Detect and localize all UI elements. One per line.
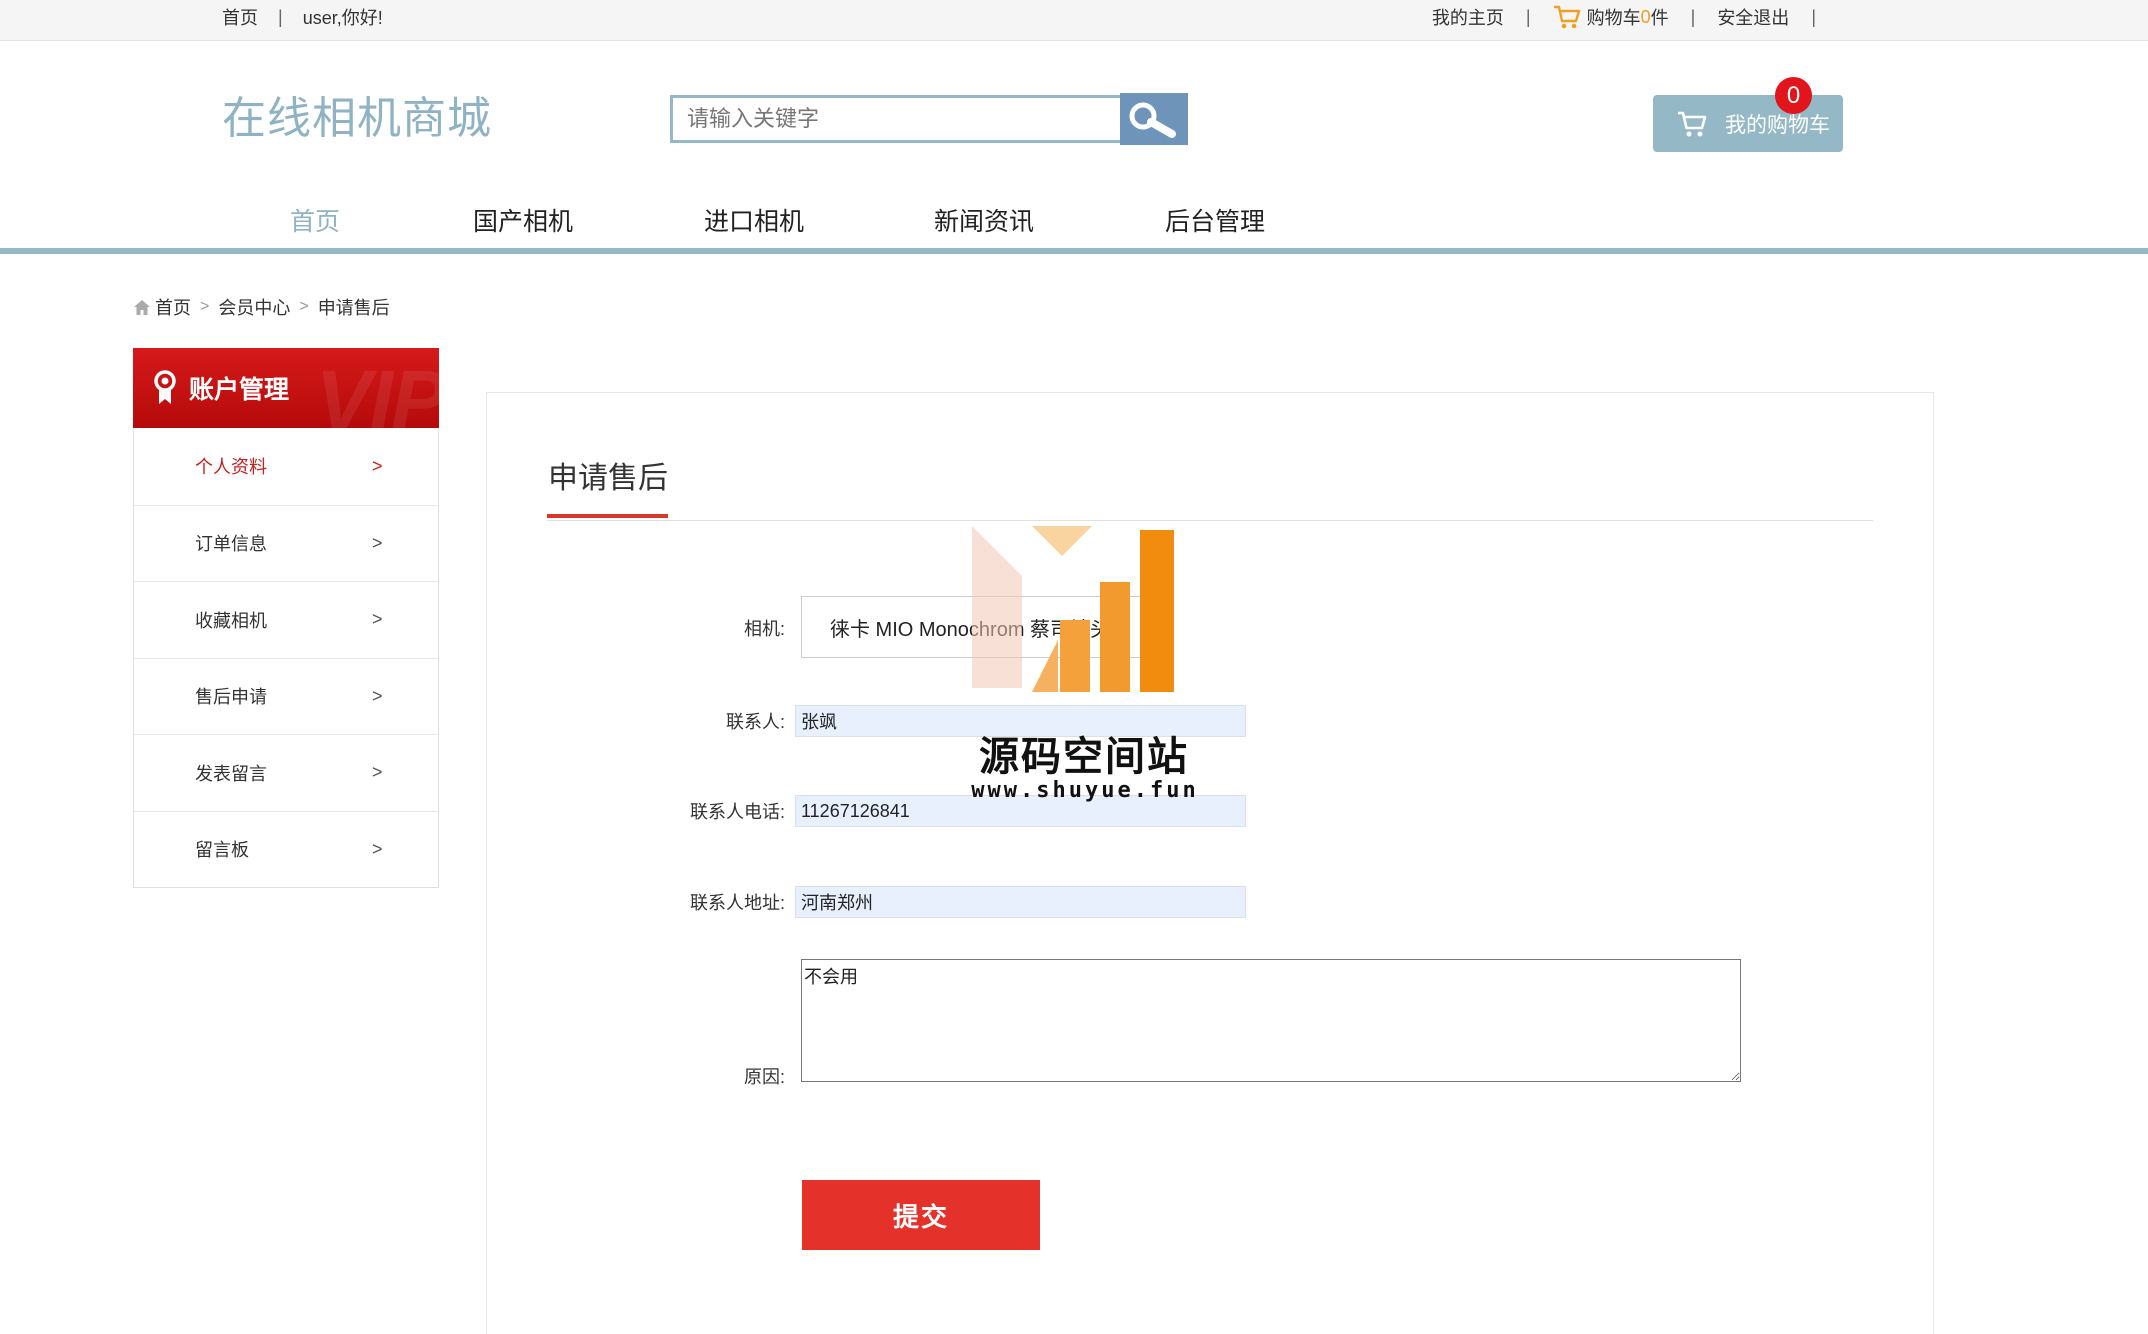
- separator: |: [1811, 6, 1816, 27]
- breadcrumb-member-center[interactable]: 会员中心: [218, 294, 290, 320]
- cart-prefix: 购物车: [1586, 8, 1641, 28]
- sidebar-item-post-message[interactable]: 发表留言 >: [134, 734, 438, 811]
- title-underline: [547, 514, 668, 518]
- user-greeting: user,你好!: [302, 8, 383, 28]
- sidebar-item-favorites[interactable]: 收藏相机 >: [134, 581, 438, 658]
- my-cart-label: 我的购物车: [1725, 113, 1830, 137]
- account-sidebar: 账户管理 VIP 个人资料 > 订单信息 > 收藏相机 > 售后申请 > 发表留…: [133, 348, 439, 888]
- contact-field[interactable]: [795, 705, 1246, 737]
- top-bar: 首页 | user,你好! 我的主页 | 购物车 0 件 | 安全退出 |: [0, 0, 2148, 41]
- vip-watermark: VIP: [315, 353, 439, 428]
- address-label: 联系人地址:: [689, 893, 785, 913]
- site-logo[interactable]: 在线相机商城: [222, 82, 492, 146]
- sidebar-item-message-board[interactable]: 留言板 >: [134, 810, 438, 888]
- my-home-link[interactable]: 我的主页: [1432, 4, 1504, 30]
- home-icon: [134, 300, 150, 315]
- after-sales-panel: 申请售后 相机: 徕卡 MIO Monochrom 蔡司镜头 联系人: 联系人电…: [486, 392, 1934, 1334]
- nav-item-home[interactable]: 首页: [290, 202, 340, 238]
- chevron-right-icon: >: [372, 455, 383, 476]
- camera-select[interactable]: 徕卡 MIO Monochrom 蔡司镜头: [801, 596, 1146, 658]
- reason-label: 原因:: [743, 1067, 785, 1087]
- title-divider: [547, 520, 1873, 521]
- sidebar-item-orders[interactable]: 订单信息 >: [134, 504, 438, 582]
- nav-item-domestic-cameras[interactable]: 国产相机: [473, 202, 573, 238]
- cart-icon: [1553, 5, 1580, 29]
- sidebar-header: 账户管理 VIP: [133, 348, 439, 428]
- sidebar-item-label: 售后申请: [195, 687, 267, 708]
- search-button[interactable]: [1120, 93, 1188, 145]
- my-cart-button[interactable]: 我的购物车 0: [1653, 77, 1843, 152]
- sidebar-item-label: 订单信息: [195, 534, 267, 555]
- nav-item-news[interactable]: 新闻资讯: [934, 202, 1034, 238]
- top-home-link[interactable]: 首页: [222, 4, 258, 30]
- sidebar-item-profile[interactable]: 个人资料 >: [134, 428, 438, 505]
- sidebar-item-after-sales[interactable]: 售后申请 >: [134, 657, 438, 735]
- logout-link[interactable]: 安全退出: [1717, 4, 1789, 30]
- cart-suffix: 件: [1650, 8, 1669, 28]
- chevron-right-icon: >: [372, 532, 383, 553]
- award-icon: [154, 370, 176, 404]
- contact-label: 联系人:: [725, 712, 785, 732]
- sidebar-item-label: 发表留言: [195, 763, 267, 784]
- reason-textarea[interactable]: 不会用: [801, 959, 1741, 1082]
- search-icon: [1129, 102, 1176, 138]
- chevron-right-icon: >: [372, 762, 383, 783]
- breadcrumb: 首页 > 会员中心 > 申请售后: [133, 294, 390, 320]
- sidebar-menu: 个人资料 > 订单信息 > 收藏相机 > 售后申请 > 发表留言 > 留言板 >: [133, 428, 439, 888]
- nav-item-admin[interactable]: 后台管理: [1165, 202, 1265, 238]
- chevron-right-icon: >: [299, 298, 309, 315]
- cart-count: 0: [1640, 6, 1651, 27]
- separator: |: [1525, 6, 1531, 27]
- nav-divider: [0, 248, 2148, 254]
- sidebar-item-label: 个人资料: [195, 457, 267, 478]
- chevron-right-icon: >: [372, 685, 383, 706]
- search-input[interactable]: [670, 95, 1120, 143]
- chevron-right-icon: >: [372, 609, 383, 630]
- camera-label: 相机:: [743, 619, 785, 639]
- main-nav: 首页 国产相机 进口相机 新闻资讯 后台管理: [0, 196, 2148, 254]
- phone-field[interactable]: [795, 795, 1246, 827]
- separator: |: [1690, 6, 1696, 27]
- nav-item-imported-cameras[interactable]: 进口相机: [704, 202, 804, 238]
- cart-icon: [1678, 111, 1707, 136]
- submit-button[interactable]: 提交: [802, 1180, 1040, 1250]
- top-cart-link[interactable]: 购物车 0 件: [1553, 4, 1669, 30]
- search-bar: [670, 93, 1188, 145]
- phone-label: 联系人电话:: [689, 802, 785, 822]
- chevron-right-icon: >: [372, 838, 383, 859]
- sidebar-item-label: 收藏相机: [195, 610, 267, 631]
- breadcrumb-home[interactable]: 首页: [155, 294, 191, 320]
- breadcrumb-current: 申请售后: [317, 298, 390, 318]
- address-field[interactable]: [795, 886, 1246, 918]
- cart-badge: 0: [1775, 77, 1812, 114]
- sidebar-item-label: 留言板: [195, 840, 249, 861]
- chevron-right-icon: >: [200, 298, 210, 315]
- separator: |: [278, 6, 283, 27]
- sidebar-title: 账户管理: [189, 376, 290, 404]
- page-title: 申请售后: [548, 462, 668, 495]
